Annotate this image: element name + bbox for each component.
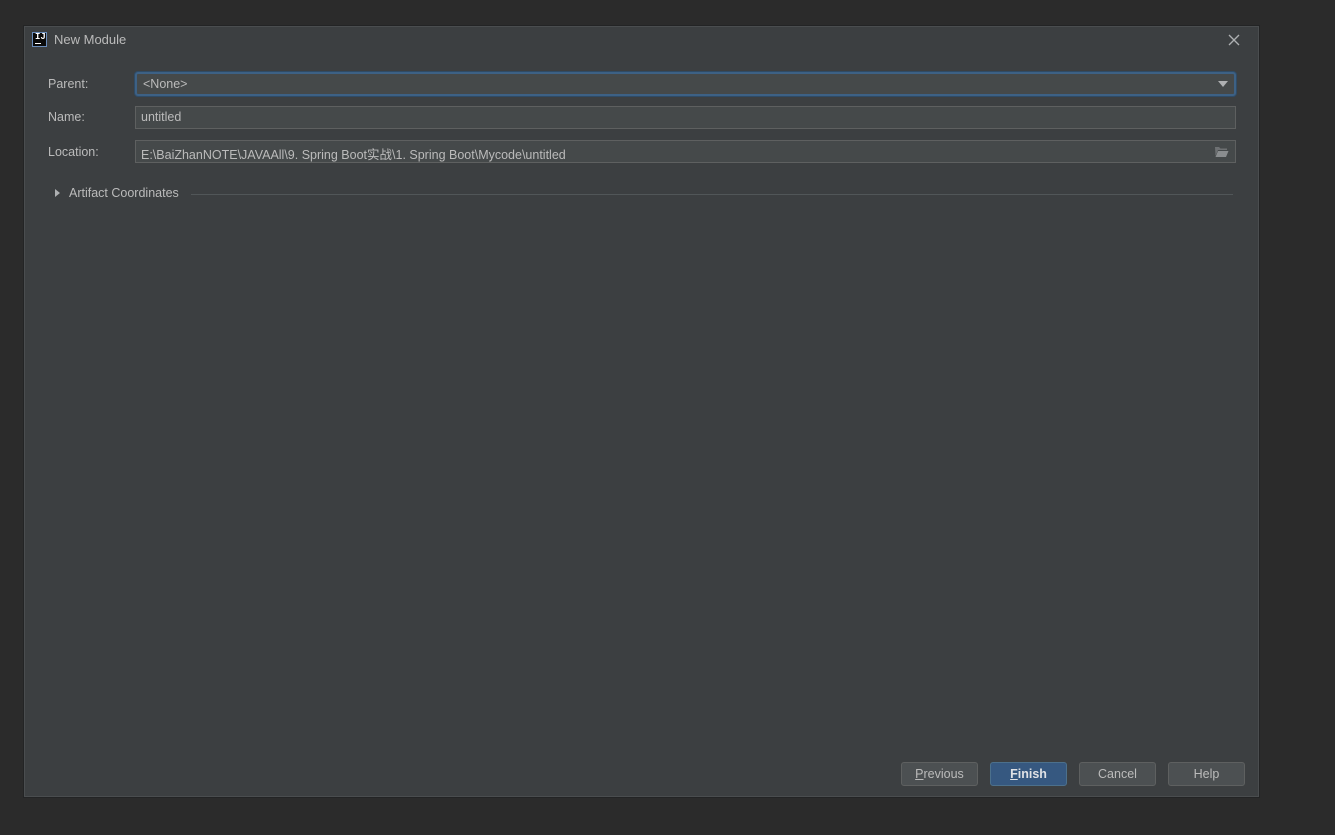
name-label: Name: (48, 110, 85, 124)
triangle-right-icon (55, 189, 60, 197)
chevron-down-icon (1218, 81, 1228, 87)
intellij-idea-icon: IJ (32, 32, 47, 47)
location-label: Location: (48, 145, 99, 159)
previous-button[interactable]: Previous (901, 762, 978, 786)
artifact-coordinates-toggle[interactable]: Artifact Coordinates (53, 185, 1233, 205)
close-icon (1228, 34, 1240, 46)
previous-mnemonic: P (915, 767, 924, 781)
previous-label: revious (923, 767, 964, 781)
finish-mnemonic: F (1010, 767, 1018, 781)
location-field[interactable]: E:\BaiZhanNOTE\JAVAAll\9. Spring Boot实战\… (135, 140, 1236, 163)
section-divider (191, 194, 1233, 195)
app-icon-text: IJ (35, 32, 46, 42)
cancel-button[interactable]: Cancel (1079, 762, 1156, 786)
location-value: E:\BaiZhanNOTE\JAVAAll\9. Spring Boot实战\… (141, 148, 566, 162)
window-title: New Module (54, 32, 127, 47)
help-button[interactable]: Help (1168, 762, 1245, 786)
name-value: untitled (141, 110, 182, 124)
title-bar[interactable]: IJ New Module (25, 27, 1258, 55)
name-field[interactable]: untitled (135, 106, 1236, 129)
folder-open-icon (1215, 147, 1229, 157)
artifact-coordinates-label: Artifact Coordinates (69, 186, 179, 200)
new-module-dialog: IJ New Module Parent: <None> Name: untit… (24, 26, 1259, 797)
finish-button[interactable]: Finish (990, 762, 1067, 786)
parent-label: Parent: (48, 77, 89, 91)
parent-dropdown[interactable]: <None> (135, 72, 1236, 96)
finish-label: inish (1017, 767, 1047, 781)
browse-folder-button[interactable] (1214, 145, 1229, 158)
parent-value: <None> (143, 77, 188, 91)
close-button[interactable] (1226, 32, 1242, 48)
